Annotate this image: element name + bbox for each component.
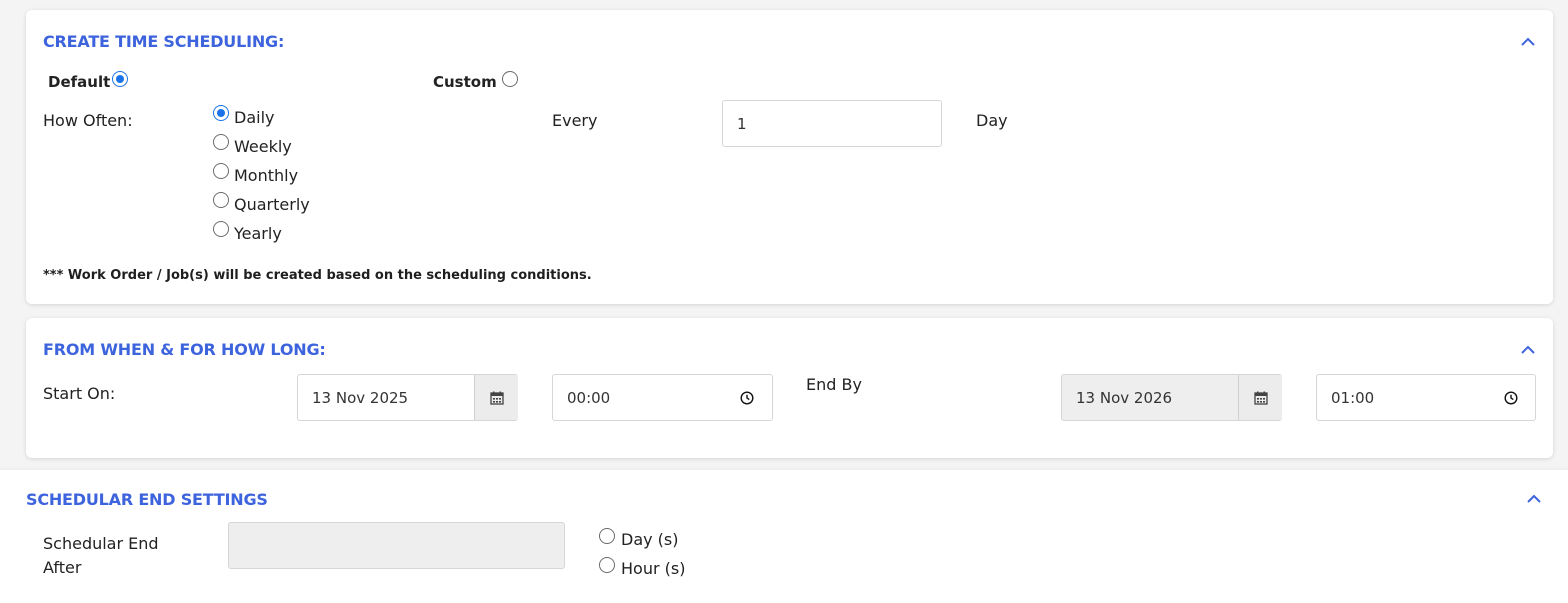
quarterly-radio[interactable] (213, 192, 229, 208)
start-on-label: Start On: (43, 384, 116, 403)
custom-radio[interactable] (502, 71, 518, 87)
how-often-label: How Often: (43, 111, 133, 130)
quarterly-label: Quarterly (234, 195, 310, 214)
yearly-radio[interactable] (213, 221, 229, 237)
end-after-label-line2: After (43, 558, 82, 577)
end-after-label-line1: Schedular End (43, 534, 159, 553)
start-date-input[interactable]: 13 Nov 2025 (297, 374, 518, 421)
weekly-label: Weekly (234, 137, 292, 156)
yearly-label: Yearly (234, 224, 282, 243)
every-value: 1 (737, 114, 747, 133)
end-settings-title: SCHEDULAR END SETTINGS (26, 490, 268, 509)
calendar-icon (1253, 391, 1268, 405)
clock-icon[interactable] (740, 391, 754, 405)
end-time-input[interactable]: 01:00 (1316, 374, 1536, 421)
every-label: Every (552, 111, 598, 130)
default-radio[interactable] (112, 71, 128, 87)
hour-unit-radio[interactable] (599, 557, 615, 573)
custom-label: Custom (433, 73, 497, 91)
end-by-label: End By (806, 375, 862, 394)
end-time-value: 01:00 (1331, 388, 1375, 407)
start-time-input[interactable]: 00:00 (552, 374, 773, 421)
day-unit-option-label: Day (s) (621, 530, 679, 549)
scheduling-card: CREATE TIME SCHEDULING: Default Custom H… (26, 10, 1553, 304)
chevron-up-icon[interactable] (1520, 37, 1538, 49)
duration-card: FROM WHEN & FOR HOW LONG: Start On: 13 N… (26, 318, 1553, 458)
scheduling-note: *** Work Order / Job(s) will be created … (43, 268, 592, 283)
every-input[interactable]: 1 (722, 100, 942, 147)
end-after-label: Schedular End After (43, 532, 159, 580)
start-time-value: 00:00 (567, 388, 611, 407)
day-unit-radio[interactable] (599, 528, 615, 544)
end-date-input[interactable]: 13 Nov 2026 (1061, 374, 1282, 421)
end-date-value: 13 Nov 2026 (1076, 388, 1173, 407)
monthly-label: Monthly (234, 166, 299, 185)
scheduling-title: CREATE TIME SCHEDULING: (43, 32, 285, 51)
duration-title: FROM WHEN & FOR HOW LONG: (43, 340, 326, 359)
daily-label: Daily (234, 108, 275, 127)
chevron-up-icon[interactable] (1526, 494, 1544, 506)
hour-unit-option-label: Hour (s) (621, 559, 686, 578)
start-calendar-button[interactable] (474, 375, 518, 420)
start-date-value: 13 Nov 2025 (312, 388, 409, 407)
weekly-radio[interactable] (213, 134, 229, 150)
end-calendar-button[interactable] (1238, 375, 1282, 420)
default-label: Default (48, 73, 111, 91)
daily-radio[interactable] (213, 105, 229, 121)
end-after-input[interactable] (228, 522, 565, 569)
end-settings-card: SCHEDULAR END SETTINGS Schedular End Aft… (0, 470, 1568, 603)
calendar-icon (489, 391, 504, 405)
clock-icon[interactable] (1504, 391, 1518, 405)
monthly-radio[interactable] (213, 163, 229, 179)
day-unit-label: Day (976, 111, 1008, 130)
chevron-up-icon[interactable] (1520, 345, 1538, 357)
